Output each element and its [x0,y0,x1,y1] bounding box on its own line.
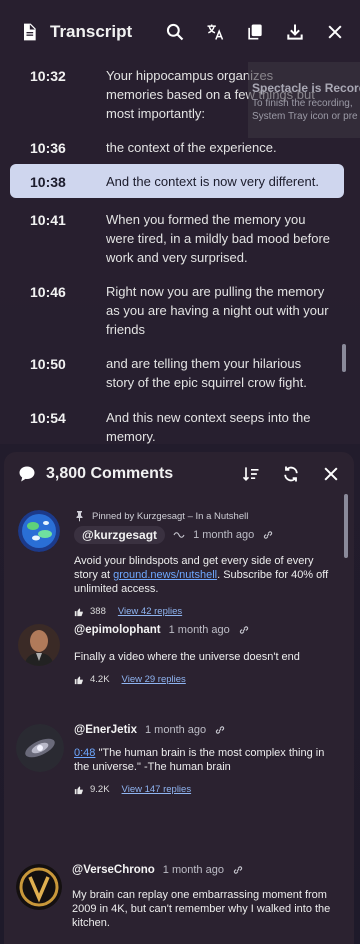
comment-item: @VerseChrono 1 month ago My brain can re… [4,864,340,930]
segment-text: the context of the experience. [106,140,277,155]
view-replies-link[interactable]: View 42 replies [118,606,182,617]
transcript-scrollbar[interactable] [342,344,346,372]
transcript-title: Transcript [50,22,133,41]
download-icon[interactable] [284,21,306,43]
comment-bubble-icon [16,463,38,485]
segment-text: When you formed the memory you were tire… [106,212,331,265]
segment-text: Right now you are pulling the memory as … [106,284,329,337]
segment-time: 10:36 [30,140,66,156]
translate-icon[interactable] [204,21,226,43]
notification-title: Spectacle is Recording [252,81,360,95]
copy-icon[interactable] [244,21,266,43]
pinned-label: Pinned by Kurzgesagt – In a Nutshell [74,510,340,522]
comment-item: @EnerJetix 1 month ago 0:48 "The human b… [4,724,340,795]
transcript-segment[interactable]: 10:36 the context of the experience. [10,136,344,157]
comment-text: Avoid your blindspots and get every side… [74,555,329,595]
comment-link[interactable]: ground.news/nutshell [113,569,217,581]
comments-scrollbar[interactable] [344,494,348,558]
like-count: 388 [90,606,106,617]
link-icon[interactable] [262,529,274,541]
comments-panel: 3,800 Comments Pinned by Kurzgesagt – In… [4,452,354,944]
comment-time: 1 month ago [168,624,230,636]
comments-header: 3,800 Comments [4,452,354,496]
transcript-panel: Transcript 10:32 Your hippocampus organi… [0,0,360,444]
thumbs-up-icon[interactable] [74,607,84,617]
timestamp-link[interactable]: 0:48 [74,747,95,759]
transcript-segment[interactable]: 10:46 Right now you are pulling the memo… [10,280,344,339]
link-icon[interactable] [232,864,244,876]
avatar[interactable] [18,624,60,666]
notification-line: System Tray icon or pre [252,111,358,122]
recording-notification: Spectacle is Recording To finish the rec… [248,62,360,138]
refresh-icon[interactable] [280,463,302,485]
comment-text: Finally a video where the universe doesn… [74,651,300,663]
avatar[interactable] [18,510,60,552]
notification-line: To finish the recording, [252,98,353,109]
comment-author[interactable]: @VerseChrono [72,864,155,876]
segment-time: 10:50 [30,356,66,372]
link-icon[interactable] [238,624,250,636]
thumbs-up-icon[interactable] [74,675,84,685]
avatar[interactable] [16,864,62,910]
comment-author[interactable]: @epimolophant [74,624,161,636]
comment-time: 1 month ago [145,724,207,736]
close-icon[interactable] [324,21,346,43]
transcript-segment[interactable]: 10:41 When you formed the memory you wer… [10,208,344,267]
segment-time: 10:32 [30,68,66,84]
transcript-segment[interactable]: 10:50 and are telling them your hilariou… [10,352,344,392]
view-replies-link[interactable]: View 147 replies [122,784,192,795]
segment-text: And this new context seeps into the memo… [106,410,311,444]
comment-author[interactable]: @kurzgesagt [74,526,166,544]
comments-title: 3,800 Comments [46,465,174,482]
comment-time: 1 month ago [162,864,224,876]
comment-item: @epimolophant 1 month ago Finally a vide… [4,624,340,685]
comment-text: My brain can replay one embarrassing mom… [72,889,331,929]
segment-time: 10:54 [30,410,66,426]
thumbs-up-icon[interactable] [74,785,84,795]
comment-text: 0:48 "The human brain is the most comple… [74,747,325,773]
pinned-text: Pinned by Kurzgesagt – In a Nutshell [92,510,249,522]
verified-icon [173,532,185,538]
search-icon[interactable] [164,21,186,43]
segment-time: 10:38 [30,174,66,190]
document-icon [18,21,40,43]
transcript-header: Transcript [0,0,360,64]
avatar[interactable] [16,724,64,772]
close-icon[interactable] [320,463,342,485]
comment-author[interactable]: @EnerJetix [74,724,137,736]
segment-text: and are telling them your hilarious stor… [106,356,307,390]
pin-icon [76,511,83,522]
segment-time: 10:46 [30,284,66,300]
comment-item: Pinned by Kurzgesagt – In a Nutshell @ku… [4,510,340,617]
transcript-segment[interactable]: 10:54 And this new context seeps into th… [10,406,344,444]
segment-time: 10:41 [30,212,66,228]
segment-text: And the context is now very different. [106,174,319,189]
like-count: 9.2K [90,784,110,795]
link-icon[interactable] [214,724,226,736]
like-count: 4.2K [90,674,110,685]
transcript-segment-active[interactable]: 10:38 And the context is now very differ… [10,164,344,198]
comment-time: 1 month ago [193,529,255,541]
sort-icon[interactable] [240,463,262,485]
view-replies-link[interactable]: View 29 replies [122,674,186,685]
